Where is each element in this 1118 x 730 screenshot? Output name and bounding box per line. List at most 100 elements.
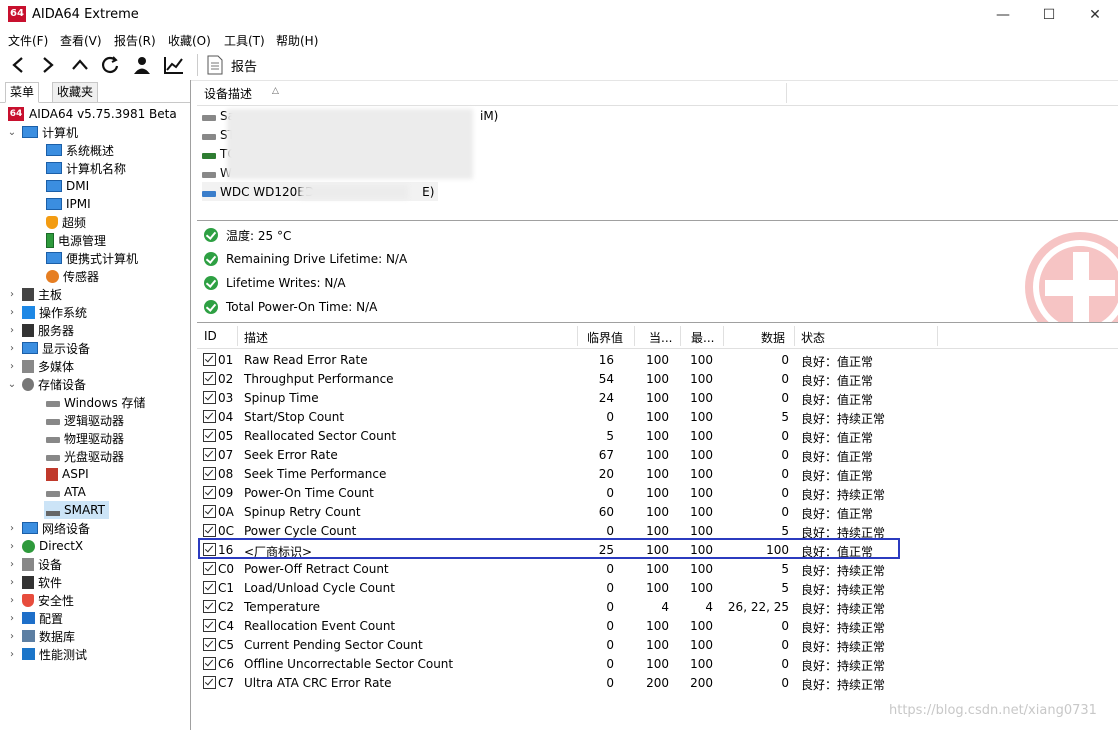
user-button[interactable] [128, 53, 156, 77]
tree-item-directx[interactable]: › DirectX [6, 537, 83, 555]
expand-icon[interactable]: › [6, 325, 18, 336]
minimize-button[interactable]: — [980, 0, 1026, 30]
tree-item-storage[interactable]: ⌄ 存储设备 [6, 375, 86, 393]
table-row[interactable]: 05 Reallocated Sector Count 5 100 100 0 良好：值正常 [197, 427, 1118, 446]
row-checkbox[interactable] [203, 581, 216, 594]
expand-icon[interactable]: › [6, 595, 18, 606]
table-row[interactable]: 07 Seek Error Rate 67 100 100 0 良好：值正常 [197, 446, 1118, 465]
tree-item-os[interactable]: › 操作系统 [6, 303, 87, 321]
tree-item-benchmark[interactable]: › 性能测试 [6, 645, 87, 663]
tree-item-system-summary[interactable]: 系统概述 [46, 141, 114, 159]
tree-item-logical-drives[interactable]: 逻辑驱动器 [46, 411, 124, 429]
table-row[interactable]: C2 Temperature 0 4 4 26, 22, 25 良好：持续正常 [197, 598, 1118, 617]
back-button[interactable] [4, 53, 32, 77]
column-current[interactable]: 当... [649, 329, 672, 346]
menu-view[interactable]: 查看(V) [60, 32, 102, 49]
menu-help[interactable]: 帮助(H) [276, 32, 318, 49]
collapse-icon[interactable]: ⌄ [6, 379, 18, 390]
tree-item-multimedia[interactable]: › 多媒体 [6, 357, 74, 375]
tree-item-power[interactable]: 电源管理 [46, 231, 106, 249]
tree-item-computer-name[interactable]: 计算机名称 [46, 159, 126, 177]
expand-icon[interactable]: › [6, 343, 18, 354]
table-row[interactable]: 01 Raw Read Error Rate 16 100 100 0 良好：值正常 [197, 351, 1118, 370]
column-id[interactable]: ID [204, 329, 217, 343]
row-checkbox[interactable] [203, 505, 216, 518]
table-row[interactable]: C0 Power-Off Retract Count 0 100 100 5 良好：持续正常 [197, 560, 1118, 579]
table-row[interactable]: 09 Power-On Time Count 0 100 100 0 良好：持续正常 [197, 484, 1118, 503]
column-threshold[interactable]: 临界值 [587, 329, 623, 346]
tab-favorites[interactable]: 收藏夹 [52, 82, 99, 103]
tree-item-portable[interactable]: 便携式计算机 [46, 249, 138, 267]
column-separator[interactable] [794, 326, 795, 346]
row-checkbox[interactable] [203, 600, 216, 613]
tree-item-motherboard[interactable]: › 主板 [6, 285, 62, 303]
tree-item-config[interactable]: › 配置 [6, 609, 63, 627]
expand-icon[interactable]: › [6, 289, 18, 300]
row-checkbox[interactable] [203, 410, 216, 423]
expand-icon[interactable]: › [6, 649, 18, 660]
row-checkbox[interactable] [203, 638, 216, 651]
tree-item-windows-storage[interactable]: Windows 存储 [46, 393, 145, 411]
column-data[interactable]: 数据 [761, 329, 785, 346]
row-checkbox[interactable] [203, 429, 216, 442]
row-checkbox[interactable] [203, 619, 216, 632]
tree-item-devices[interactable]: › 设备 [6, 555, 62, 573]
table-row[interactable]: 04 Start/Stop Count 0 100 100 5 良好：持续正常 [197, 408, 1118, 427]
tree-item-dmi[interactable]: DMI [46, 177, 89, 195]
column-separator[interactable] [937, 326, 938, 346]
expand-icon[interactable]: › [6, 361, 18, 372]
tree-item-overclock[interactable]: 超频 [46, 213, 86, 231]
refresh-button[interactable] [96, 53, 124, 77]
column-status[interactable]: 状态 [801, 329, 825, 346]
collapse-icon[interactable]: ⌄ [6, 127, 18, 138]
column-separator[interactable] [786, 83, 787, 103]
column-description[interactable]: 描述 [244, 329, 268, 346]
row-checkbox[interactable] [203, 524, 216, 537]
table-row[interactable]: 02 Throughput Performance 54 100 100 0 良好：值正常 [197, 370, 1118, 389]
row-checkbox[interactable] [203, 676, 216, 689]
tree-item-ata[interactable]: ATA [46, 483, 86, 501]
menu-file[interactable]: 文件(F) [8, 32, 48, 49]
column-separator[interactable] [577, 326, 578, 346]
tree-item-aspi[interactable]: ASPI [46, 465, 89, 483]
tree-item-server[interactable]: › 服务器 [6, 321, 74, 339]
tree-item-security[interactable]: › 安全性 [6, 591, 74, 609]
tree-item-network[interactable]: › 网络设备 [6, 519, 90, 537]
table-row[interactable]: C6 Offline Uncorrectable Sector Count 0 100… [197, 655, 1118, 674]
tree-item-smart[interactable]: SMART [44, 501, 109, 519]
table-row[interactable]: C1 Load/Unload Cycle Count 0 100 100 5 良好：持续正常 [197, 579, 1118, 598]
table-row[interactable]: C7 Ultra ATA CRC Error Rate 0 200 200 0 良好：持续正… [197, 674, 1118, 693]
menu-favorites[interactable]: 收藏(O) [168, 32, 211, 49]
maximize-button[interactable]: ☐ [1026, 0, 1072, 30]
table-row[interactable]: 0A Spinup Retry Count 60 100 100 0 良好：值正常 [197, 503, 1118, 522]
expand-icon[interactable]: › [6, 307, 18, 318]
column-separator[interactable] [680, 326, 681, 346]
expand-icon[interactable]: › [6, 577, 18, 588]
forward-button[interactable] [34, 53, 62, 77]
tree-item-software[interactable]: › 软件 [6, 573, 62, 591]
expand-icon[interactable]: › [6, 523, 18, 534]
expand-icon[interactable]: › [6, 541, 18, 552]
tree-item-optical-drives[interactable]: 光盘驱动器 [46, 447, 124, 465]
expand-icon[interactable]: › [6, 631, 18, 642]
table-row[interactable]: C5 Current Pending Sector Count 0 100 100 0 良好… [197, 636, 1118, 655]
menu-tools[interactable]: 工具(T) [224, 32, 265, 49]
column-worst[interactable]: 最... [691, 329, 714, 346]
up-button[interactable] [66, 53, 94, 77]
expand-icon[interactable]: › [6, 613, 18, 624]
tree-item-physical-drives[interactable]: 物理驱动器 [46, 429, 124, 447]
table-row[interactable]: 08 Seek Time Performance 20 100 100 0 良好：值正常 [197, 465, 1118, 484]
row-checkbox[interactable] [203, 657, 216, 670]
menu-report[interactable]: 报告(R) [114, 32, 156, 49]
report-button[interactable]: 报告 [207, 53, 257, 77]
tree-item-display[interactable]: › 显示设备 [6, 339, 90, 357]
row-checkbox[interactable] [203, 486, 216, 499]
row-checkbox[interactable] [203, 391, 216, 404]
row-checkbox[interactable] [203, 353, 216, 366]
column-device-description[interactable]: 设备描述 [204, 85, 252, 102]
column-separator[interactable] [723, 326, 724, 346]
column-separator[interactable] [237, 326, 238, 346]
close-button[interactable]: ✕ [1072, 0, 1118, 30]
expand-icon[interactable]: › [6, 559, 18, 570]
row-checkbox[interactable] [203, 467, 216, 480]
